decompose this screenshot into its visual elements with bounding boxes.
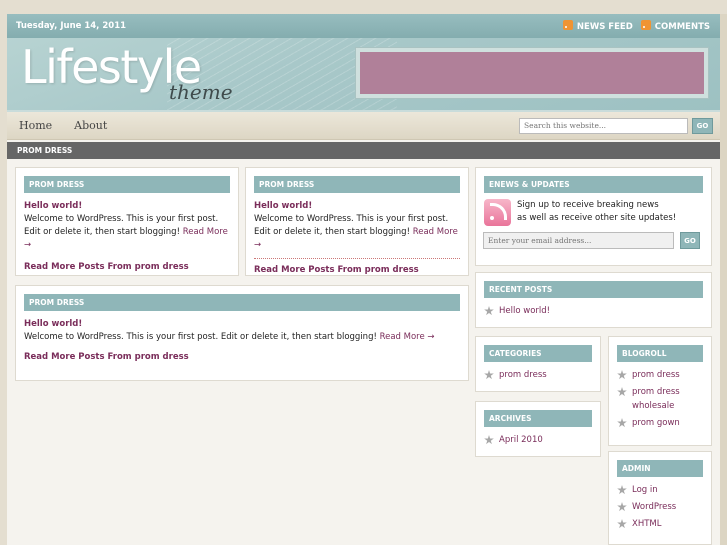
categories-widget: CATEGORIES prom dress <box>475 336 601 392</box>
blogroll-item[interactable]: prom dress <box>617 368 703 382</box>
star-icon <box>484 306 494 316</box>
star-icon <box>484 370 494 380</box>
search-form: GO <box>519 117 713 134</box>
read-more-posts-link[interactable]: Read More Posts From prom dress <box>24 262 230 272</box>
star-icon <box>617 502 627 512</box>
widget-heading: CATEGORIES <box>484 345 592 362</box>
post-box: PROM DRESS Hello world! Welcome to WordP… <box>15 285 469 381</box>
news-feed-link[interactable]: NEWS FEED <box>562 20 633 32</box>
feed-links: NEWS FEED COMMENTS <box>562 20 710 32</box>
widget-heading: RECENT POSTS <box>484 281 703 298</box>
star-icon <box>617 418 627 428</box>
category-label: prom dress <box>499 370 547 380</box>
post-box: PROM DRESS Hello world! Welcome to WordP… <box>245 167 469 276</box>
email-input[interactable] <box>483 232 674 249</box>
admin-label: WordPress <box>632 502 677 512</box>
widget-heading: BLOGROLL <box>617 345 703 362</box>
section-heading: PROM DRESS <box>24 294 460 311</box>
post-excerpt-text: Welcome to WordPress. This is your first… <box>24 332 377 342</box>
enews-form: GO <box>483 232 703 249</box>
search-button[interactable]: GO <box>692 117 713 134</box>
blogroll-label: prom dress <box>632 370 680 380</box>
admin-item[interactable]: WordPress <box>617 500 703 514</box>
blogroll-item[interactable]: prom gown <box>617 416 703 430</box>
admin-widget: ADMIN Log in WordPress XHTML <box>608 451 712 545</box>
blogroll-widget: BLOGROLL prom dress prom dress wholesale… <box>608 336 712 446</box>
news-feed-label: NEWS FEED <box>576 22 633 32</box>
comments-feed-label: COMMENTS <box>654 22 710 32</box>
breadcrumb: PROM DRESS <box>7 142 720 159</box>
recent-post-label: Hello world! <box>499 306 551 316</box>
comments-feed-link[interactable]: COMMENTS <box>640 20 710 32</box>
archive-item[interactable]: April 2010 <box>484 433 592 447</box>
blogroll-label: prom dress wholesale <box>632 387 680 411</box>
star-icon <box>617 370 627 380</box>
admin-label: Log in <box>632 485 658 495</box>
section-heading: PROM DRESS <box>24 176 230 193</box>
rss-icon <box>640 20 651 30</box>
archives-widget: ARCHIVES April 2010 <box>475 401 601 457</box>
star-icon <box>484 435 494 445</box>
post-excerpt: Welcome to WordPress. This is your first… <box>24 331 460 344</box>
nav-item-home[interactable]: Home <box>19 119 52 132</box>
header-banner-ad[interactable] <box>355 47 709 99</box>
post-divider <box>254 258 460 259</box>
page-edge <box>720 14 727 545</box>
page-wrapper: Tuesday, June 14, 2011 NEWS FEED COMMENT… <box>7 14 720 545</box>
rss-icon <box>562 20 573 30</box>
search-input[interactable] <box>519 117 688 134</box>
post-title[interactable]: Hello world! <box>254 201 460 211</box>
site-logo-sub: theme <box>169 80 233 104</box>
admin-label: XHTML <box>632 519 662 529</box>
post-title[interactable]: Hello world! <box>24 319 460 329</box>
section-heading: PROM DRESS <box>254 176 460 193</box>
admin-item[interactable]: Log in <box>617 483 703 497</box>
site-header: Lifestyle theme <box>7 38 720 112</box>
star-icon <box>617 485 627 495</box>
post-excerpt: Welcome to WordPress. This is your first… <box>24 213 230 252</box>
widget-heading: ENEWS & UPDATES <box>484 176 703 193</box>
read-more-posts-link[interactable]: Read More Posts From prom dress <box>24 352 460 362</box>
blogroll-label: prom gown <box>632 418 680 428</box>
star-icon <box>617 387 627 397</box>
enews-body: Sign up to receive breaking news as well… <box>484 199 703 226</box>
recent-post-item[interactable]: Hello world! <box>484 304 703 318</box>
rss-feed-icon[interactable] <box>484 199 511 226</box>
post-box: PROM DRESS Hello world! Welcome to WordP… <box>15 167 239 276</box>
nav-links: Home About <box>19 119 107 132</box>
enews-widget: ENEWS & UPDATES Sign up to receive break… <box>475 167 712 266</box>
enews-line-1: Sign up to receive breaking news <box>517 200 659 210</box>
main-nav: Home About GO <box>7 112 720 140</box>
date-text: Tuesday, June 14, 2011 <box>16 21 127 31</box>
top-bar: Tuesday, June 14, 2011 NEWS FEED COMMENT… <box>7 14 720 38</box>
category-item[interactable]: prom dress <box>484 368 592 382</box>
enews-description: Sign up to receive breaking news as well… <box>517 199 676 225</box>
blogroll-item[interactable]: prom dress wholesale <box>617 385 703 413</box>
widget-heading: ADMIN <box>617 460 703 477</box>
admin-item[interactable]: XHTML <box>617 517 703 531</box>
nav-item-about[interactable]: About <box>74 119 107 132</box>
recent-posts-widget: RECENT POSTS Hello world! <box>475 272 712 328</box>
post-title[interactable]: Hello world! <box>24 201 230 211</box>
archive-label: April 2010 <box>499 435 543 445</box>
read-more-posts-link[interactable]: Read More Posts From prom dress <box>254 265 460 275</box>
enews-submit-button[interactable]: GO <box>680 232 700 249</box>
star-icon <box>617 519 627 529</box>
read-more-link[interactable]: Read More → <box>380 332 435 342</box>
widget-heading: ARCHIVES <box>484 410 592 427</box>
enews-line-2: as well as receive other site updates! <box>517 213 677 223</box>
post-excerpt: Welcome to WordPress. This is your first… <box>254 213 460 252</box>
